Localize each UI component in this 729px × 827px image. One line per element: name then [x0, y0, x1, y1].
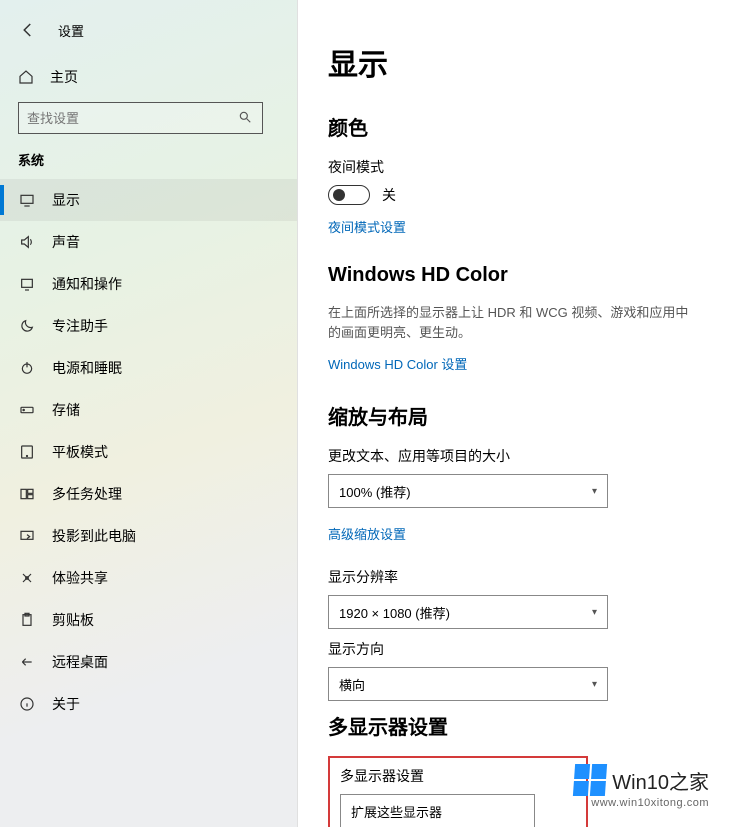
power-icon — [18, 359, 36, 377]
nav-label: 声音 — [52, 232, 80, 252]
nav-list: 显示 声音 通知和操作 专注助手 电源和睡眠 存储 — [0, 179, 297, 827]
section-label: 系统 — [0, 134, 297, 179]
project-icon — [18, 527, 36, 545]
header-title: 设置 — [58, 21, 84, 40]
group-scale-title: 缩放与布局 — [328, 401, 699, 430]
nav-label: 显示 — [52, 190, 80, 210]
back-button[interactable] — [16, 18, 40, 42]
group-multi-title: 多显示器设置 — [328, 711, 699, 740]
nav-item-about[interactable]: 关于 — [0, 683, 297, 725]
home-nav[interactable]: 主页 — [0, 58, 297, 96]
home-icon — [18, 69, 36, 85]
nav-item-notifications[interactable]: 通知和操作 — [0, 263, 297, 305]
nav-label: 体验共享 — [52, 568, 108, 588]
nav-item-multitask[interactable]: 多任务处理 — [0, 473, 297, 515]
orientation-value: 横向 — [339, 675, 365, 694]
page-title: 显示 — [328, 40, 699, 84]
night-mode-toggle[interactable] — [328, 185, 370, 205]
nav-item-clipboard[interactable]: 剪贴板 — [0, 599, 297, 641]
nav-label: 平板模式 — [52, 442, 108, 462]
toggle-knob — [333, 189, 345, 201]
chevron-down-icon: ▾ — [592, 607, 597, 618]
arrow-left-icon — [19, 21, 37, 39]
main-content: 显示 颜色 夜间模式 关 夜间模式设置 Windows HD Color 在上面… — [298, 0, 729, 827]
night-mode-toggle-row: 关 — [328, 185, 699, 205]
nav-label: 通知和操作 — [52, 274, 122, 294]
speaker-icon — [18, 233, 36, 251]
night-mode-label: 夜间模式 — [328, 157, 699, 177]
nav-item-tablet[interactable]: 平板模式 — [0, 431, 297, 473]
group-color-title: 颜色 — [328, 112, 699, 141]
nav-label: 存储 — [52, 400, 80, 420]
home-label: 主页 — [50, 67, 78, 87]
search-input[interactable] — [27, 111, 238, 126]
chevron-down-icon: ▾ — [592, 486, 597, 497]
multi-display-value: 扩展这些显示器 — [351, 802, 442, 821]
search-icon — [238, 110, 254, 126]
nav-label: 多任务处理 — [52, 484, 122, 504]
nav-item-shared[interactable]: 体验共享 — [0, 557, 297, 599]
adv-scale-link[interactable]: 高级缩放设置 — [328, 524, 406, 543]
share-icon — [18, 569, 36, 587]
windows-logo-icon — [573, 764, 607, 796]
notification-icon — [18, 275, 36, 293]
nav-label: 电源和睡眠 — [52, 358, 122, 378]
clipboard-icon — [18, 611, 36, 629]
multitask-icon — [18, 485, 36, 503]
nav-label: 远程桌面 — [52, 652, 108, 672]
nav-item-power[interactable]: 电源和睡眠 — [0, 347, 297, 389]
group-hdcolor-title: Windows HD Color — [328, 264, 699, 287]
watermark-url: www.win10xitong.com — [574, 797, 709, 809]
nav-label: 关于 — [52, 694, 80, 714]
nav-item-remote[interactable]: 远程桌面 — [0, 641, 297, 683]
watermark-brand: Win10之家 — [612, 766, 709, 795]
resolution-value: 1920 × 1080 (推荐) — [339, 603, 450, 622]
nav-label: 专注助手 — [52, 316, 108, 336]
multi-display-dropdown[interactable]: 扩展这些显示器 — [340, 794, 535, 827]
nav-item-storage[interactable]: 存储 — [0, 389, 297, 431]
orientation-label: 显示方向 — [328, 639, 699, 659]
resolution-label: 显示分辨率 — [328, 567, 699, 587]
nav-item-display[interactable]: 显示 — [0, 179, 297, 221]
nav-item-sound[interactable]: 声音 — [0, 221, 297, 263]
info-icon — [18, 695, 36, 713]
moon-icon — [18, 317, 36, 335]
scale-dropdown[interactable]: 100% (推荐) ▾ — [328, 474, 608, 508]
night-mode-settings-link[interactable]: 夜间模式设置 — [328, 217, 406, 236]
remote-icon — [18, 653, 36, 671]
night-mode-state: 关 — [382, 185, 396, 205]
storage-icon — [18, 401, 36, 419]
hdcolor-link[interactable]: Windows HD Color 设置 — [328, 354, 467, 373]
highlighted-box: 多显示器设置 扩展这些显示器 设为主显示器 — [328, 756, 588, 827]
tablet-icon — [18, 443, 36, 461]
resolution-dropdown[interactable]: 1920 × 1080 (推荐) ▾ — [328, 595, 608, 629]
nav-label: 剪贴板 — [52, 610, 94, 630]
search-box[interactable] — [18, 102, 263, 134]
watermark: Win10之家 www.win10xitong.com — [574, 764, 709, 809]
hdcolor-desc: 在上面所选择的显示器上让 HDR 和 WCG 视频、游戏和应用中的画面更明亮、更… — [328, 303, 699, 342]
nav-item-projecting[interactable]: 投影到此电脑 — [0, 515, 297, 557]
scale-value: 100% (推荐) — [339, 482, 411, 501]
monitor-icon — [18, 191, 36, 209]
search-wrap — [0, 96, 297, 134]
sidebar: 设置 主页 系统 显示 声音 — [0, 0, 298, 827]
orientation-dropdown[interactable]: 横向 ▾ — [328, 667, 608, 701]
multi-dd-label: 多显示器设置 — [340, 766, 576, 786]
scale-label: 更改文本、应用等项目的大小 — [328, 446, 699, 466]
chevron-down-icon: ▾ — [592, 679, 597, 690]
nav-item-focus[interactable]: 专注助手 — [0, 305, 297, 347]
nav-label: 投影到此电脑 — [52, 526, 136, 546]
header-back-row: 设置 — [0, 10, 297, 50]
